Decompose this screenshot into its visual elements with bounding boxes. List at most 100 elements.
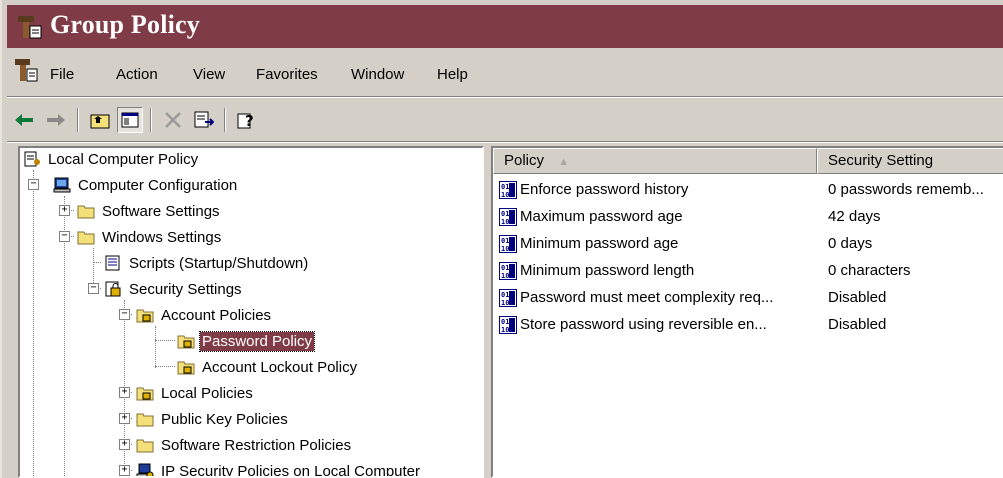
collapse-toggle[interactable]: − <box>119 309 130 320</box>
tree-item-label: Local Computer Policy <box>48 150 199 168</box>
policy-name: Minimum password age <box>520 235 679 252</box>
folder-icon <box>77 205 95 219</box>
policy-name: Minimum password length <box>520 262 695 279</box>
column-header-policy[interactable]: Policy ▲ <box>493 148 817 174</box>
back-arrow-icon <box>15 114 33 126</box>
tree-item-windows-settings[interactable]: Windows Settings <box>77 226 223 248</box>
expand-toggle[interactable]: + <box>119 413 130 424</box>
folder-icon <box>136 439 154 453</box>
policy-setting-icon: 0110 <box>499 208 517 226</box>
column-header-label: Security Setting <box>828 152 934 169</box>
up-one-level-button[interactable] <box>87 107 113 133</box>
tree-item-account-lockout-policy[interactable]: Account Lockout Policy <box>177 356 359 378</box>
delete-button[interactable] <box>160 107 186 133</box>
tree-connector <box>33 170 34 476</box>
policy-setting: Disabled <box>828 289 887 306</box>
tree-item-security-settings[interactable]: Security Settings <box>104 278 244 300</box>
collapse-toggle[interactable]: − <box>88 283 99 294</box>
tree-item-label: Software Restriction Policies <box>161 436 352 454</box>
export-list-icon <box>194 111 214 128</box>
expand-toggle[interactable]: + <box>59 205 70 216</box>
collapse-toggle[interactable]: − <box>59 231 70 242</box>
menu-favorites[interactable]: Favorites <box>256 66 318 83</box>
tree-item-password-policy[interactable]: Password Policy <box>177 330 316 352</box>
tree-item-label-selected: Password Policy <box>198 330 316 352</box>
group-policy-app-icon <box>18 16 42 39</box>
tree-item-software-settings[interactable]: Software Settings <box>77 200 222 222</box>
tree-connector <box>155 340 175 341</box>
menu-help[interactable]: Help <box>437 66 468 83</box>
help-button[interactable]: ? <box>233 107 259 133</box>
tree-item-label: Scripts (Startup/Shutdown) <box>129 254 309 272</box>
tree-item-account-policies[interactable]: Account Policies <box>136 304 273 326</box>
menu-view[interactable]: View <box>193 66 225 83</box>
locked-folder-icon <box>136 309 154 323</box>
svg-text:10: 10 <box>501 326 509 334</box>
expand-toggle[interactable]: + <box>119 465 130 476</box>
svg-text:01: 01 <box>501 210 509 218</box>
column-header-label: Policy <box>504 152 545 169</box>
tree-item-label: Account Policies <box>161 306 272 324</box>
locked-folder-icon <box>136 387 154 401</box>
tree-item-local-policies[interactable]: Local Policies <box>136 382 255 404</box>
export-list-button[interactable] <box>191 107 217 133</box>
svg-text:01: 01 <box>501 291 509 299</box>
menu-action[interactable]: Action <box>116 66 158 83</box>
toolbar-separator <box>150 108 152 132</box>
forward-arrow-icon <box>47 114 65 126</box>
computer-icon <box>53 177 71 193</box>
policy-setting-icon: 0110 <box>499 316 517 334</box>
policy-row[interactable]: 01 10 Store password using reversible en.… <box>493 312 1003 339</box>
up-one-level-icon <box>90 114 110 129</box>
collapse-toggle[interactable]: − <box>28 179 39 190</box>
help-icon: ? <box>237 112 254 130</box>
tree-item-label: Software Settings <box>102 202 220 220</box>
system-menu-icon[interactable] <box>13 57 39 83</box>
tree-item-scripts[interactable]: Scripts (Startup/Shutdown) <box>104 252 310 274</box>
policy-row[interactable]: 01 10 Password must meet complexity req..… <box>493 285 1003 312</box>
policy-name: Store password using reversible en... <box>520 316 767 333</box>
tree-item-ip-security-policies[interactable]: IP Security Policies on Local Computer <box>136 460 422 476</box>
policy-setting-icon: 0110 <box>499 235 517 253</box>
policy-row[interactable]: 01 10 Maximum password age 42 days <box>493 204 1003 231</box>
policy-setting: Disabled <box>828 316 887 333</box>
tree-connector <box>155 366 175 367</box>
policy-row[interactable]: 01 10 Minimum password age 0 days <box>493 231 1003 258</box>
show-hide-tree-button[interactable] <box>117 107 143 133</box>
tree-item-label: Computer Configuration <box>78 176 238 194</box>
policy-setting: 0 passwords rememb... <box>828 181 984 198</box>
expand-toggle[interactable]: + <box>119 439 130 450</box>
tree-connector <box>93 262 101 263</box>
policy-setting: 42 days <box>828 208 881 225</box>
locked-folder-icon <box>177 335 195 349</box>
back-button[interactable] <box>11 107 37 133</box>
policy-row[interactable]: 01 10 Minimum password length 0 character… <box>493 258 1003 285</box>
tree-item-public-key-policies[interactable]: Public Key Policies <box>136 408 290 430</box>
ip-security-icon <box>136 463 154 476</box>
tree-item-label: Account Lockout Policy <box>202 358 358 376</box>
sort-ascending-icon: ▲ <box>558 156 570 168</box>
tree-item-local-computer-policy[interactable]: Local Computer Policy <box>23 148 200 170</box>
tree-item-computer-configuration[interactable]: Computer Configuration <box>53 174 239 196</box>
locked-folder-icon <box>177 361 195 375</box>
group-policy-window: Group Policy File Action View Favorites … <box>0 0 1003 478</box>
title-bar[interactable]: Group Policy <box>7 5 1003 48</box>
console-tree-pane[interactable]: − + − − − + + + + Local Computer Policy … <box>18 146 484 478</box>
expand-toggle[interactable]: + <box>119 387 130 398</box>
forward-button[interactable] <box>43 107 69 133</box>
svg-text:10: 10 <box>501 191 509 199</box>
menu-window[interactable]: Window <box>351 66 404 83</box>
svg-text:01: 01 <box>501 237 509 245</box>
details-pane[interactable]: Policy ▲ Security Setting 01 10 Enforce p… <box>491 146 1003 478</box>
svg-text:01: 01 <box>501 264 509 272</box>
menu-file[interactable]: File <box>50 66 74 83</box>
menu-toolbar-divider <box>7 96 1003 98</box>
column-header-security-setting[interactable]: Security Setting <box>817 148 1003 174</box>
show-hide-tree-icon <box>121 112 139 128</box>
policy-row[interactable]: 01 10 Enforce password history 0 password… <box>493 177 1003 204</box>
svg-text:10: 10 <box>501 245 509 253</box>
tree-item-software-restriction-policies[interactable]: Software Restriction Policies <box>136 434 353 456</box>
policy-setting-icon: 0110 <box>499 262 517 280</box>
policy-setting: 0 characters <box>828 262 911 279</box>
svg-text:?: ? <box>245 112 254 130</box>
